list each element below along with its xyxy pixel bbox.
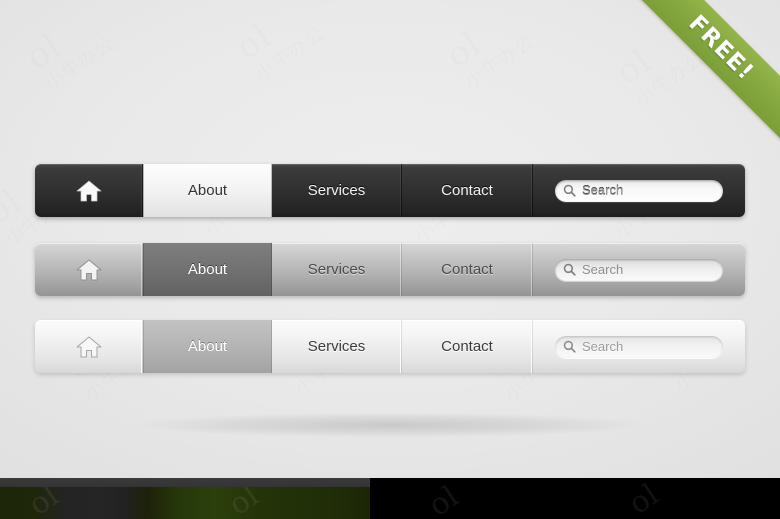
watermark: ol小牛办公 bbox=[441, 1, 540, 94]
navbar-dark-item-about[interactable]: About bbox=[143, 164, 272, 217]
navbar-light-search-cell: Search bbox=[533, 320, 745, 373]
navbar-dark-search-field[interactable]: Search bbox=[555, 179, 723, 202]
navbar-light-item-about[interactable]: About bbox=[143, 320, 272, 373]
drop-shadow bbox=[60, 408, 720, 442]
navbar-gray-item-home[interactable] bbox=[35, 243, 143, 296]
navbar-dark-item-contact[interactable]: Contact bbox=[402, 164, 533, 217]
watermark: ol小牛办公 bbox=[21, 3, 120, 96]
navbar-light-search-placeholder: Search bbox=[582, 339, 624, 354]
bottom-strip: ol ol ol ol bbox=[0, 478, 780, 519]
watermark-subtext: 小牛办公 bbox=[252, 24, 329, 85]
navbar-light-label-about: About bbox=[187, 338, 228, 355]
navbar-dark-label-contact: Contact bbox=[441, 182, 493, 199]
navbar-gray: About Services Contact Search bbox=[35, 243, 745, 296]
navbar-gray-label-about: About bbox=[187, 261, 228, 278]
search-icon bbox=[563, 184, 576, 197]
home-icon bbox=[76, 259, 101, 280]
home-icon bbox=[76, 336, 101, 357]
navbar-dark: About Services Contact Search bbox=[35, 164, 745, 217]
search-icon bbox=[563, 340, 576, 353]
free-ribbon: FREE! bbox=[636, 0, 780, 144]
watermark-subtext: 小牛办公 bbox=[462, 32, 539, 93]
navbar-light-label-contact: Contact bbox=[441, 338, 493, 355]
navbar-gray-search-placeholder: Search bbox=[582, 262, 624, 277]
navbar-gray-label-contact: Contact bbox=[441, 261, 493, 278]
navbar-gray-item-contact[interactable]: Contact bbox=[402, 243, 533, 296]
navbar-dark-item-services[interactable]: Services bbox=[272, 164, 402, 217]
watermark-subtext: 小牛办公 bbox=[42, 34, 119, 95]
navbar-light-item-contact[interactable]: Contact bbox=[402, 320, 533, 373]
watermark-subtext: 小牛办公 bbox=[632, 49, 709, 110]
page-canvas: ol小牛办公 ol小牛办公 ol小牛办公 ol小牛办公 ol小牛办公 ol小牛办… bbox=[0, 0, 780, 519]
watermark: ol bbox=[622, 478, 666, 519]
navbar-dark-item-home[interactable] bbox=[35, 164, 143, 217]
navbar-dark-label-services: Services bbox=[307, 182, 366, 199]
free-ribbon-label: FREE! bbox=[683, 10, 759, 86]
bottom-left-panel: ol ol bbox=[0, 478, 370, 519]
free-ribbon-band: FREE! bbox=[636, 0, 780, 144]
navbar-gray-item-services[interactable]: Services bbox=[272, 243, 402, 296]
watermark: ol小牛办公 bbox=[611, 18, 710, 111]
navbar-dark-label-about: About bbox=[187, 182, 228, 199]
navbar-dark-search-placeholder: Search bbox=[582, 183, 624, 198]
navbar-gray-search-cell: Search bbox=[533, 243, 745, 296]
navbar-light-item-services[interactable]: Services bbox=[272, 320, 402, 373]
navbar-light-label-services: Services bbox=[307, 338, 366, 355]
home-icon bbox=[76, 180, 101, 201]
navbar-gray-label-services: Services bbox=[307, 261, 366, 278]
watermark: ol小牛办公 bbox=[231, 0, 330, 85]
bottom-top-bar bbox=[0, 478, 370, 487]
navbar-gray-search-field[interactable]: Search bbox=[555, 258, 723, 281]
navbar-dark-search-cell: Search bbox=[533, 164, 745, 217]
navbar-gray-item-about[interactable]: About bbox=[143, 243, 272, 296]
navbar-light: About Services Contact Search bbox=[35, 320, 745, 373]
navbar-light-search-field[interactable]: Search bbox=[555, 335, 723, 358]
watermark: ol bbox=[422, 479, 466, 519]
navbar-light-item-home[interactable] bbox=[35, 320, 143, 373]
search-icon bbox=[563, 263, 576, 276]
